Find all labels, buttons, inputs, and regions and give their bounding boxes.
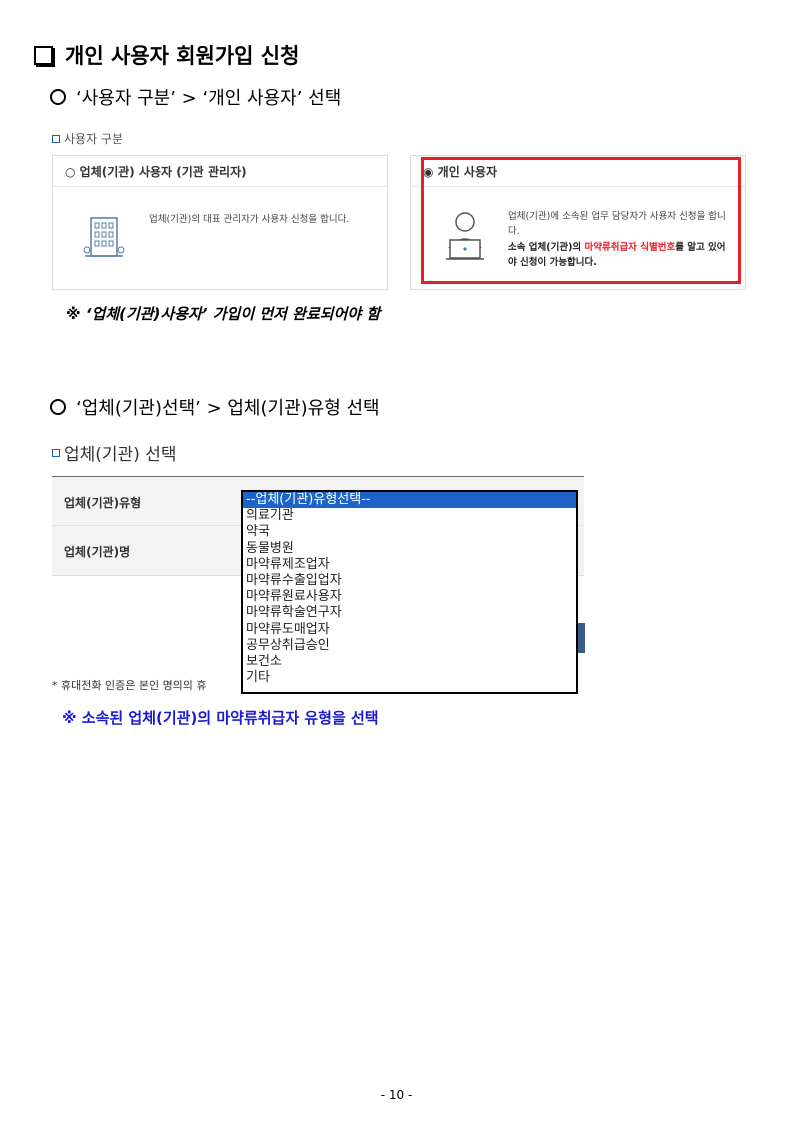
step2-note: ※ 소속된 업체(기관)의 마약류취급자 유형을 선택 bbox=[62, 709, 379, 727]
company-select-label-text: 업체(기관) 선택 bbox=[64, 445, 177, 465]
square-bullet-icon bbox=[52, 134, 60, 143]
square-bullet-icon bbox=[52, 448, 60, 457]
circle-bullet-icon bbox=[50, 89, 66, 105]
person-laptop-icon bbox=[440, 208, 490, 268]
user-type-label-text: 사용자 구분 bbox=[64, 132, 124, 146]
select-option[interactable]: 의료기관 bbox=[243, 508, 576, 524]
select-option[interactable]: 마약류도매업자 bbox=[243, 622, 576, 638]
step1-title-text: ‘사용자 구분’ > ‘개인 사용자’ 선택 bbox=[76, 88, 342, 109]
requirement-highlight: 마약류취급자 식별번호 bbox=[584, 242, 676, 253]
select-option[interactable]: 마약류학술연구자 bbox=[243, 605, 576, 621]
institution-card-title: ○ 업체(기관) 사용자 (기관 관리자) bbox=[53, 156, 387, 187]
page-heading: 개인 사용자 회원가입 신청 bbox=[34, 40, 299, 70]
user-type-section-label: 사용자 구분 bbox=[52, 130, 123, 147]
institution-card-desc: 업체(기관)의 대표 관리자가 사용자 신청을 합니다. bbox=[149, 214, 350, 225]
select-option[interactable]: 마약류원료사용자 bbox=[243, 589, 576, 605]
select-option[interactable]: 보건소 bbox=[243, 654, 576, 670]
select-option[interactable]: 기타 bbox=[243, 670, 576, 686]
heading-text: 개인 사용자 회원가입 신청 bbox=[65, 44, 300, 68]
step2-title: ‘업체(기관)선택’ > 업체(기관)유형 선택 bbox=[50, 394, 380, 420]
select-option[interactable]: 마약류제조업자 bbox=[243, 557, 576, 573]
requirement-prefix: 소속 업체(기관)의 bbox=[508, 242, 585, 253]
page-number: - 10 - bbox=[380, 1088, 413, 1102]
select-option[interactable]: 약국 bbox=[243, 524, 576, 540]
select-option[interactable]: 마약류수출입업자 bbox=[243, 573, 576, 589]
company-select-section-label: 업체(기관) 선택 bbox=[52, 440, 177, 465]
company-type-select[interactable]: --업체(기관)유형선택-- 의료기관 약국 동물병원 마약류제조업자 마약류수… bbox=[241, 490, 578, 694]
company-name-label: 업체(기관)명 bbox=[64, 545, 131, 559]
select-option[interactable]: 공무상취급승인 bbox=[243, 638, 576, 654]
footnote-text: * 휴대전화 인증은 본인 명의의 휴 bbox=[52, 679, 207, 692]
step1-title: ‘사용자 구분’ > ‘개인 사용자’ 선택 bbox=[50, 84, 341, 110]
building-icon bbox=[79, 212, 129, 266]
personal-card-desc: 업체(기관)에 소속된 업무 담당자가 사용자 신청을 합니다. bbox=[508, 211, 726, 237]
company-type-label: 업체(기관)유형 bbox=[64, 496, 142, 510]
personal-card-requirement: 소속 업체(기관)의 마약류취급자 식별번호를 알고 있어야 신청이 가능합니다… bbox=[508, 240, 730, 270]
institution-user-card[interactable]: ○ 업체(기관) 사용자 (기관 관리자) 업체(기관)의 대표 관리자가 사용… bbox=[52, 155, 388, 290]
checkbox-bullet-icon bbox=[34, 45, 53, 65]
select-option[interactable]: --업체(기관)유형선택-- bbox=[243, 492, 576, 509]
select-option[interactable]: 동물병원 bbox=[243, 541, 576, 557]
step1-note: ※ ‘업체(기관)사용자’ 가입이 먼저 완료되어야 함 bbox=[66, 305, 381, 323]
step2-title-text: ‘업체(기관)선택’ > 업체(기관)유형 선택 bbox=[76, 398, 380, 419]
circle-bullet-icon bbox=[50, 399, 66, 415]
